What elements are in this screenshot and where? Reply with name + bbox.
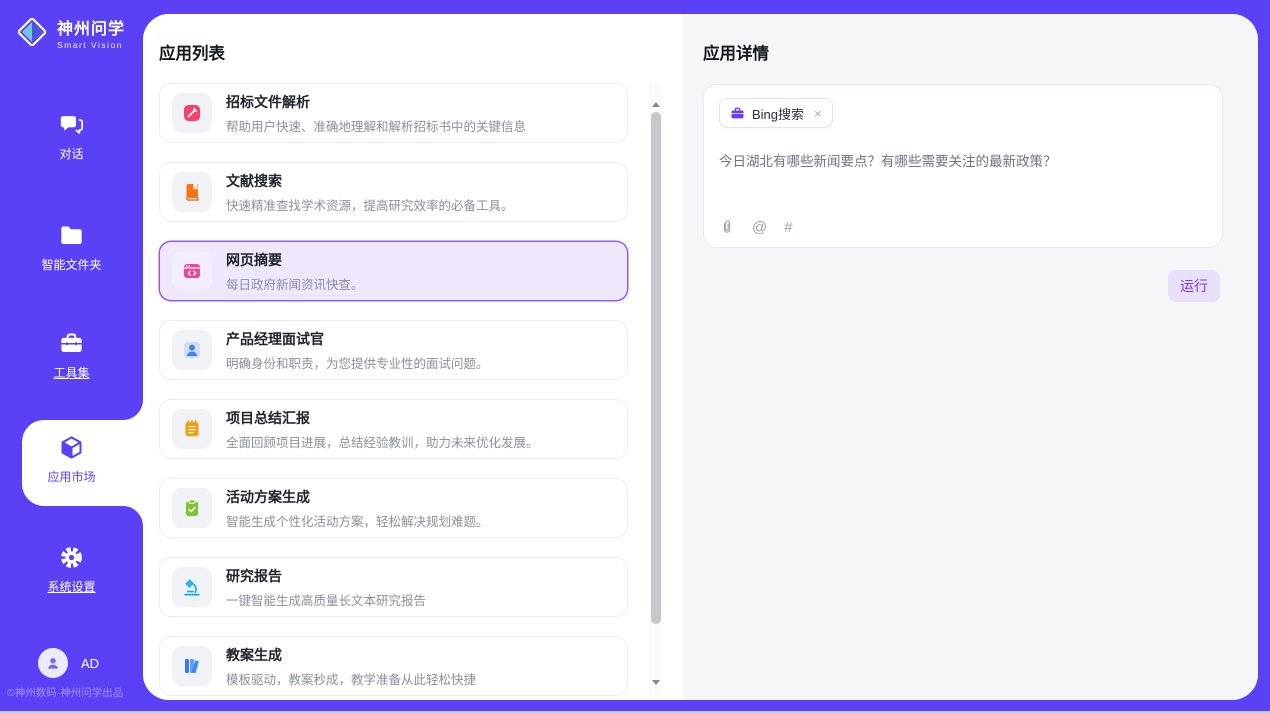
sidebar-item-chat[interactable]: 对话 xyxy=(0,111,143,162)
app-card-webpage-summary[interactable]: 网页摘要 每日政府新闻资讯快查。 xyxy=(159,241,628,301)
user-initials: AD xyxy=(81,656,99,671)
app-card-literature-search[interactable]: 文献搜索 快速精准查找学术资源，提高研究效率的必备工具。 xyxy=(159,162,628,222)
sidebar-item-settings[interactable]: 系统设置 xyxy=(0,544,143,595)
gear-icon xyxy=(58,544,85,571)
app-card-title: 研究报告 xyxy=(226,566,426,586)
app-card-title: 招标文件解析 xyxy=(226,92,526,112)
hash-icon[interactable]: # xyxy=(784,220,792,235)
brand-subtitle: Smart Vision xyxy=(57,40,125,50)
app-card-event-plan[interactable]: 活动方案生成 智能生成个性化活动方案，轻松解决规划难题。 xyxy=(159,478,628,538)
cube-icon xyxy=(58,434,85,461)
clipboard-check-icon xyxy=(172,488,212,528)
bubble-curve-bottom xyxy=(123,506,143,526)
composer-toolbar: @ # xyxy=(719,219,1207,235)
webpage-icon xyxy=(172,251,212,291)
tool-tag-bing-search[interactable]: Bing搜索 × xyxy=(719,98,833,128)
sidebar-item-label: 对话 xyxy=(59,145,83,162)
app-card-title: 项目总结汇报 xyxy=(226,408,539,428)
notepad-icon xyxy=(172,409,212,449)
query-input[interactable]: 今日湖北有哪些新闻要点？有哪些需要关注的最新政策？ xyxy=(719,152,1207,172)
sidebar-item-label: 工具集 xyxy=(53,364,89,381)
app-list-section: 应用列表 招标文件解析 帮助用户快速、准确地理解和解析招标书中的关键信息 xyxy=(143,14,683,700)
sidebar-item-label: 应用市场 xyxy=(47,468,95,485)
app-detail-section: 应用详情 Bing搜索 × 今日湖北有哪些新闻要点？有哪些需要关注的最新政策？ xyxy=(683,14,1258,700)
app-card-desc: 明确身份和职责，为您提供专业性的面试问题。 xyxy=(226,353,489,372)
chat-icon xyxy=(58,111,85,138)
toolbox-icon xyxy=(58,330,85,357)
diamond-logo-icon xyxy=(14,14,50,50)
app-card-title: 文献搜索 xyxy=(226,171,514,191)
sidebar-item-toolbox[interactable]: 工具集 xyxy=(0,330,143,381)
mention-icon[interactable]: @ xyxy=(752,220,767,235)
copyright-footer: ©神州数码·神州问学出品 xyxy=(7,685,123,700)
app-card-list: 招标文件解析 帮助用户快速、准确地理解和解析招标书中的关键信息 文献搜索 快速精… xyxy=(159,83,683,696)
microscope-icon xyxy=(172,567,212,607)
scroll-down-arrow-icon[interactable] xyxy=(649,676,662,688)
list-scrollbar[interactable] xyxy=(649,82,662,696)
app-list-title: 应用列表 xyxy=(159,40,683,64)
sidebar-item-label: 智能文件夹 xyxy=(41,256,101,273)
app-card-title: 活动方案生成 xyxy=(226,487,489,507)
folder-icon xyxy=(58,222,85,249)
app-card-desc: 模板驱动，教案秒成，教学准备从此轻松快捷 xyxy=(226,669,476,688)
app-card-bid-parsing[interactable]: 招标文件解析 帮助用户快速、准确地理解和解析招标书中的关键信息 xyxy=(159,83,628,143)
app-card-desc: 帮助用户快速、准确地理解和解析招标书中的关键信息 xyxy=(226,116,526,135)
close-icon[interactable]: × xyxy=(814,106,822,121)
main-panel: 应用列表 招标文件解析 帮助用户快速、准确地理解和解析招标书中的关键信息 xyxy=(143,14,1258,700)
app-card-desc: 全面回顾项目进展，总结经验教训，助力未来优化发展。 xyxy=(226,432,539,451)
paperclip-icon[interactable] xyxy=(719,219,735,235)
sidebar-item-label: 系统设置 xyxy=(47,578,95,595)
books-icon xyxy=(172,646,212,686)
sidebar-item-app-market[interactable]: 应用市场 xyxy=(0,434,143,485)
bubble-curve-top xyxy=(123,400,143,420)
prompt-editor-card[interactable]: Bing搜索 × 今日湖北有哪些新闻要点？有哪些需要关注的最新政策？ @ # xyxy=(703,84,1223,248)
app-detail-title: 应用详情 xyxy=(703,40,1258,64)
scroll-up-arrow-icon[interactable] xyxy=(649,98,662,110)
app-card-research-report[interactable]: 研究报告 一键智能生成高质量长文本研究报告 xyxy=(159,557,628,617)
interviewer-icon xyxy=(172,330,212,370)
scrollbar-thumb[interactable] xyxy=(651,112,661,624)
app-card-title: 教案生成 xyxy=(226,645,476,665)
app-card-lesson-plan[interactable]: 教案生成 模板驱动，教案秒成，教学准备从此轻松快捷 xyxy=(159,636,628,696)
app-card-project-summary[interactable]: 项目总结汇报 全面回顾项目进展，总结经验教训，助力未来优化发展。 xyxy=(159,399,628,459)
tool-tag-label: Bing搜索 xyxy=(752,104,804,123)
edit-doc-icon xyxy=(172,93,212,133)
app-card-desc: 快速精准查找学术资源，提高研究效率的必备工具。 xyxy=(226,195,514,214)
avatar xyxy=(38,648,68,678)
app-card-desc: 每日政府新闻资讯快查。 xyxy=(226,274,364,293)
brand-name: 神州问学 xyxy=(57,15,125,39)
book-icon xyxy=(172,172,212,212)
app-card-desc: 智能生成个性化活动方案，轻松解决规划难题。 xyxy=(226,511,489,530)
sidebar-item-smart-folder[interactable]: 智能文件夹 xyxy=(0,222,143,273)
run-button[interactable]: 运行 xyxy=(1168,270,1220,302)
briefcase-icon xyxy=(730,106,745,121)
sidebar: 神州问学 Smart Vision 对话 智能文件夹 xyxy=(0,0,143,714)
app-card-pm-interviewer[interactable]: 产品经理面试官 明确身份和职责，为您提供专业性的面试问题。 xyxy=(159,320,628,380)
user-account[interactable]: AD xyxy=(38,648,99,678)
brand-logo: 神州问学 Smart Vision xyxy=(14,14,125,50)
app-card-title: 产品经理面试官 xyxy=(226,329,489,349)
app-card-title: 网页摘要 xyxy=(226,250,364,270)
app-card-desc: 一键智能生成高质量长文本研究报告 xyxy=(226,590,426,609)
